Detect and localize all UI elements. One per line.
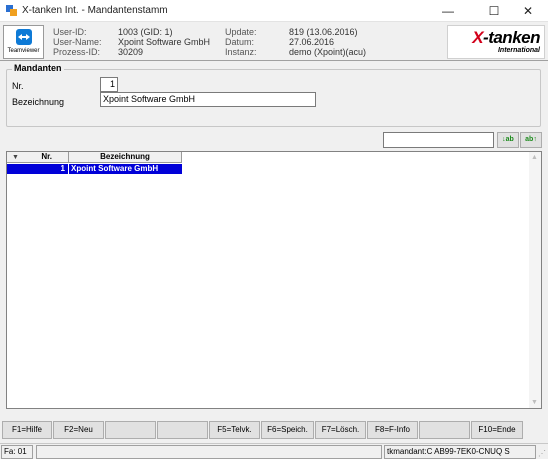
user-name-label: User-Name: bbox=[53, 37, 102, 47]
mandanten-group-title: Mandanten bbox=[12, 63, 64, 73]
window-title: X-tanken Int. - Mandantenstamm bbox=[22, 5, 168, 16]
sort-indicator-icon: ▼ bbox=[12, 154, 19, 161]
update-value: 819 (13.06.2016) bbox=[289, 27, 358, 37]
bezeichnung-label: Bezeichnung bbox=[12, 97, 65, 107]
logo-x: X bbox=[472, 28, 484, 47]
update-label: Update: bbox=[225, 27, 257, 37]
column-header-bezeichnung[interactable]: Bezeichnung bbox=[69, 152, 182, 163]
info-bar: Teamviewer User-ID: 1003 (GID: 1) User-N… bbox=[0, 23, 548, 61]
column-header-nr[interactable]: ▼ Nr. bbox=[7, 152, 69, 163]
minimize-button[interactable]: — bbox=[428, 0, 468, 22]
f1-help-button[interactable]: F1=Hilfe bbox=[2, 421, 52, 439]
f5-telvk-button[interactable]: F5=Telvk. bbox=[209, 421, 260, 439]
datum-label: Datum: bbox=[225, 37, 255, 47]
f4-button[interactable] bbox=[157, 421, 208, 439]
f9-button[interactable] bbox=[419, 421, 470, 439]
nr-field[interactable]: 1 bbox=[100, 77, 118, 92]
close-button[interactable]: ✕ bbox=[508, 0, 548, 22]
function-key-bar: F1=Hilfe F2=Neu F5=Telvk. F6=Speich. F7=… bbox=[0, 421, 548, 439]
x-tanken-logo: X-tanken International bbox=[447, 25, 545, 59]
column-header-nr-label: Nr. bbox=[41, 152, 52, 161]
status-program: tkmandant:C AB99-7EK0-CNUQ S bbox=[384, 445, 536, 459]
f8-info-button[interactable]: F8=F-Info bbox=[367, 421, 418, 439]
logo-subtitle: International bbox=[497, 47, 540, 54]
vertical-scrollbar[interactable]: ▲ ▼ bbox=[529, 152, 541, 408]
user-name-value: Xpoint Software GmbH bbox=[118, 37, 211, 47]
app-icon bbox=[6, 5, 17, 16]
resize-grip-icon[interactable]: ⋰ bbox=[538, 449, 546, 458]
nr-label: Nr. bbox=[12, 81, 24, 91]
teamviewer-icon bbox=[16, 29, 32, 45]
datum-value: 27.06.2016 bbox=[289, 37, 335, 47]
mandanten-table[interactable]: ▼ Nr. Bezeichnung 1 Xpoint Software GmbH… bbox=[6, 151, 542, 409]
cell-nr: 1 bbox=[7, 164, 69, 174]
f7-delete-button[interactable]: F7=Lösch. bbox=[315, 421, 366, 439]
prozess-id-value: 30209 bbox=[118, 47, 144, 57]
status-message bbox=[36, 445, 382, 459]
sort-descending-icon: ab↑ bbox=[525, 136, 537, 143]
instanz-label: Instanz: bbox=[225, 47, 257, 57]
sort-ascending-button[interactable]: ↓ab bbox=[497, 132, 519, 148]
scroll-down-icon[interactable]: ▼ bbox=[531, 399, 538, 406]
prozess-id-label: Prozess-ID: bbox=[53, 47, 101, 57]
user-id-value: 1003 (GID: 1) bbox=[118, 27, 173, 37]
scroll-up-icon[interactable]: ▲ bbox=[531, 154, 538, 161]
table-header: ▼ Nr. Bezeichnung bbox=[7, 152, 182, 163]
sort-descending-button[interactable]: ab↑ bbox=[520, 132, 542, 148]
f3-button[interactable] bbox=[105, 421, 156, 439]
status-bar: Fa: 01 tkmandant:C AB99-7EK0-CNUQ S ⋰ bbox=[0, 443, 548, 459]
teamviewer-label: Teamviewer bbox=[7, 48, 40, 54]
instanz-value: demo (Xpoint)(acu) bbox=[289, 47, 367, 57]
user-id-label: User-ID: bbox=[53, 27, 87, 37]
cell-bezeichnung: Xpoint Software GmbH bbox=[71, 164, 159, 173]
sort-ascending-icon: ↓ab bbox=[502, 136, 514, 143]
bezeichnung-field[interactable]: Xpoint Software GmbH bbox=[100, 92, 316, 107]
title-bar: X-tanken Int. - Mandantenstamm — ☐ ✕ bbox=[0, 0, 548, 22]
teamviewer-button[interactable]: Teamviewer bbox=[3, 25, 44, 59]
f6-save-button[interactable]: F6=Speich. bbox=[261, 421, 314, 439]
search-input[interactable] bbox=[383, 132, 494, 148]
f10-end-button[interactable]: F10=Ende bbox=[471, 421, 523, 439]
f2-new-button[interactable]: F2=Neu bbox=[53, 421, 104, 439]
status-company: Fa: 01 bbox=[1, 445, 33, 459]
logo-rest: -tanken bbox=[483, 28, 540, 47]
table-row[interactable]: 1 Xpoint Software GmbH bbox=[7, 164, 182, 174]
